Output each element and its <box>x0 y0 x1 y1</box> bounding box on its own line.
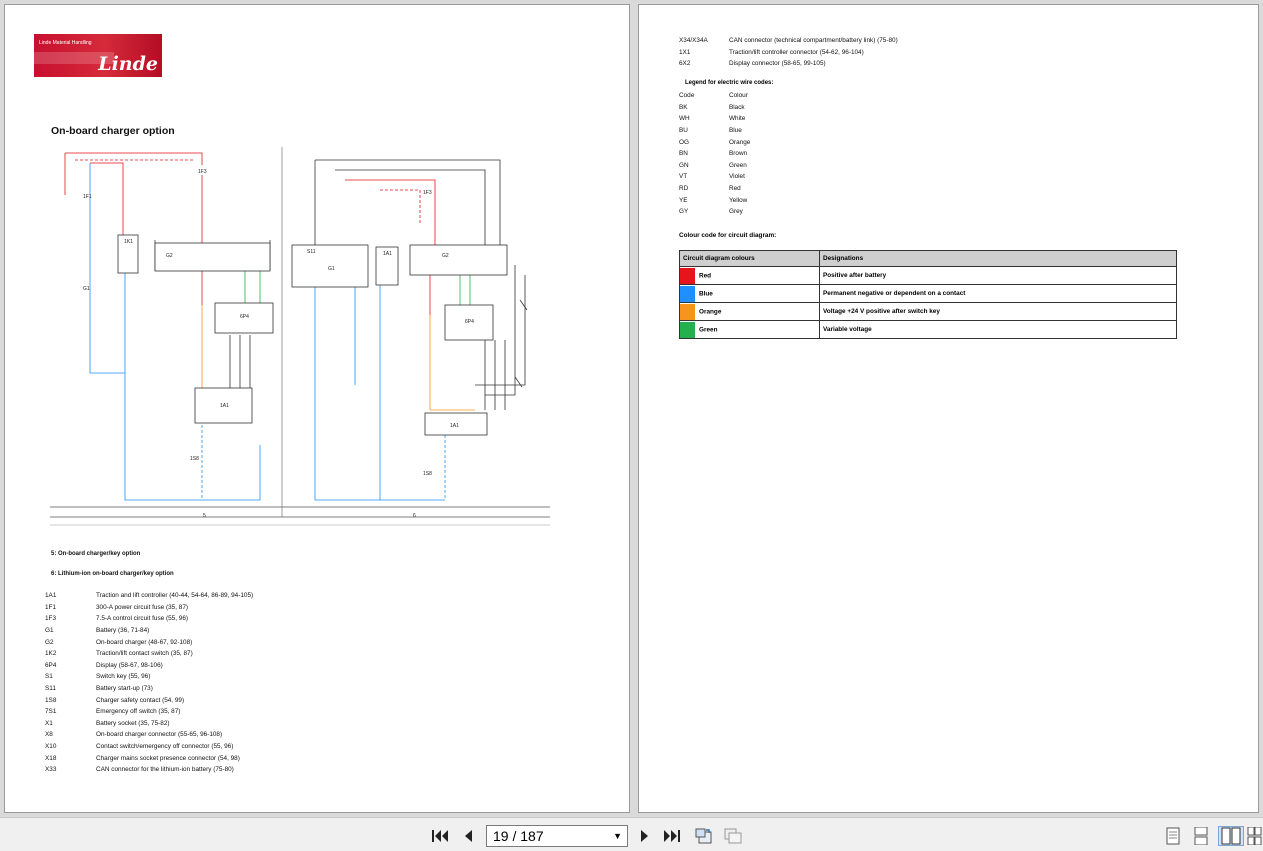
connector-list: X34/X34A CAN connector (technical compart… <box>679 35 898 70</box>
svg-text:1K1: 1K1 <box>124 239 133 245</box>
list-item: 7S1 Emergency off switch (35, 87) <box>45 708 181 716</box>
list-header: Code Colour <box>679 92 748 100</box>
two-page-view-button[interactable] <box>1218 826 1244 846</box>
document-viewer: Linde Material Handling Linde On-board c… <box>0 0 1263 851</box>
list-item: G2 On-board charger (48-67, 92-108) <box>45 638 193 646</box>
table-header: Circuit diagram colours <box>679 250 820 267</box>
next-page-button[interactable] <box>636 826 654 846</box>
list-item: 1F3 7.5-A control circuit fuse (55, 96) <box>45 615 188 623</box>
document-page-left: Linde Material Handling Linde On-board c… <box>4 4 630 813</box>
rotate-view-button[interactable] <box>693 826 715 846</box>
caption-section-5: 5: On-board charger/key option <box>51 551 141 557</box>
copy-view-button[interactable] <box>722 826 744 846</box>
list-item: X10 Contact switch/emergency off connecto… <box>45 743 234 751</box>
continuous-view-button[interactable] <box>1191 826 1211 846</box>
two-page-continuous-view-button[interactable] <box>1246 826 1262 846</box>
svg-text:1A1: 1A1 <box>450 423 459 429</box>
dropdown-caret-icon: ▼ <box>613 831 622 841</box>
logo-tagline: Linde Material Handling <box>39 40 92 46</box>
copy-view-icon <box>724 828 742 844</box>
list-item: X34/X34A CAN connector (technical compart… <box>679 37 898 45</box>
list-item: YE Yellow <box>679 196 748 204</box>
list-item: G1 Battery (36, 71-84) <box>45 627 150 635</box>
last-page-icon <box>664 830 680 842</box>
orange-swatch <box>680 303 695 320</box>
linde-logo: Linde Material Handling Linde <box>34 34 162 77</box>
section-label-5: 5 <box>203 513 206 519</box>
viewer-toolbar: 19 / 187 ▼ <box>0 817 1263 851</box>
previous-page-button[interactable] <box>459 826 477 846</box>
list-item: 1S8 Charger safety contact (54, 99) <box>45 696 185 704</box>
list-item: OG Orange <box>679 138 751 146</box>
list-item: BN Brown <box>679 150 748 158</box>
table-row: Red Positive after battery <box>679 266 1177 285</box>
first-page-button[interactable] <box>430 826 450 846</box>
rotate-view-icon <box>695 828 712 844</box>
list-item: BK Black <box>679 103 745 111</box>
continuous-view-icon <box>1194 827 1208 845</box>
list-item: X33 CAN connector for the lithium-ion bat… <box>45 766 234 774</box>
table-header: Designations <box>819 250 1177 267</box>
svg-text:1A1: 1A1 <box>220 403 229 409</box>
svg-text:1F1: 1F1 <box>83 194 92 200</box>
caption-section-6: 6: Lithium-ion on-board charger/key opti… <box>51 571 174 577</box>
two-page-continuous-view-icon <box>1247 827 1261 845</box>
list-item: 6X2 Display connector (58-65, 99-105) <box>679 60 826 68</box>
svg-text:G2: G2 <box>442 253 449 259</box>
wire-code-list: Code Colour BK Black WH White BU Blue OG Oran… <box>679 90 750 218</box>
last-page-button[interactable] <box>661 826 683 846</box>
svg-text:1S8: 1S8 <box>423 471 432 477</box>
document-page-right: X34/X34A CAN connector (technical compart… <box>638 4 1259 813</box>
single-page-view-button[interactable] <box>1163 826 1183 846</box>
svg-text:6P4: 6P4 <box>240 314 249 320</box>
green-swatch <box>680 321 695 338</box>
list-item: S1 Switch key (55, 96) <box>45 673 151 681</box>
two-page-view-icon <box>1221 827 1241 845</box>
svg-text:1F3: 1F3 <box>423 190 432 196</box>
next-page-icon <box>641 830 648 842</box>
page-indicator: 19 / 187 <box>493 828 544 844</box>
list-item: X1 Battery socket (35, 75-82) <box>45 719 170 727</box>
list-item: 6P4 Display (58-67, 98-106) <box>45 661 163 669</box>
svg-text:G1: G1 <box>328 266 335 272</box>
svg-text:G2: G2 <box>166 253 173 259</box>
list-item: GY Grey <box>679 208 743 216</box>
svg-text:S11: S11 <box>307 249 316 255</box>
colour-code-table: Circuit diagram colours Designations Red… <box>679 250 1177 339</box>
list-item: X18 Charger mains socket presence connect… <box>45 754 240 762</box>
component-list: 1A1 Traction and lift controller (40-44, … <box>45 590 253 776</box>
svg-text:1A1: 1A1 <box>383 251 392 257</box>
svg-text:G1: G1 <box>83 286 90 292</box>
single-page-view-icon <box>1166 827 1180 845</box>
previous-page-icon <box>465 830 472 842</box>
red-swatch <box>680 267 695 284</box>
list-item: GN Green <box>679 161 747 169</box>
table-row: Blue Permanent negative or dependent on … <box>679 284 1177 303</box>
logo-brand: Linde <box>98 53 158 75</box>
svg-text:6P4: 6P4 <box>465 319 474 325</box>
svg-text:1S8: 1S8 <box>190 456 199 462</box>
list-item: S11 Battery start-up (73) <box>45 685 153 693</box>
colour-code-title: Colour code for circuit diagram: <box>679 232 777 239</box>
list-item: X8 On-board charger connector (55-65, 96-… <box>45 731 223 739</box>
list-item: VT Violet <box>679 173 745 181</box>
list-item: 1F1 300-A power circuit fuse (35, 87) <box>45 603 188 611</box>
list-item: 1X1 Traction/lift controller connector (5… <box>679 48 864 56</box>
list-item: 1K2 Traction/lift contact switch (35, 87) <box>45 650 193 658</box>
table-row: Orange Voltage +24 V positive after swit… <box>679 302 1177 321</box>
table-row: Green Variable voltage <box>679 320 1177 339</box>
blue-swatch <box>680 285 695 302</box>
list-item: 1A1 Traction and lift controller (40-44, … <box>45 592 254 600</box>
page-title: On-board charger option <box>51 125 175 137</box>
list-item: RD Red <box>679 185 741 193</box>
first-page-icon <box>432 830 448 842</box>
page-number-input[interactable]: 19 / 187 ▼ <box>486 825 628 847</box>
circuit-diagram: 1K1 G2 6P4 1A1 G1 1A1 G2 6P4 1A1 1F1 1F3… <box>50 147 550 526</box>
svg-text:1F3: 1F3 <box>198 169 207 175</box>
list-item: WH White <box>679 115 746 123</box>
list-item: BU Blue <box>679 127 742 135</box>
legend-title: Legend for electric wire codes: <box>685 80 774 86</box>
section-label-6: 6 <box>413 513 416 519</box>
